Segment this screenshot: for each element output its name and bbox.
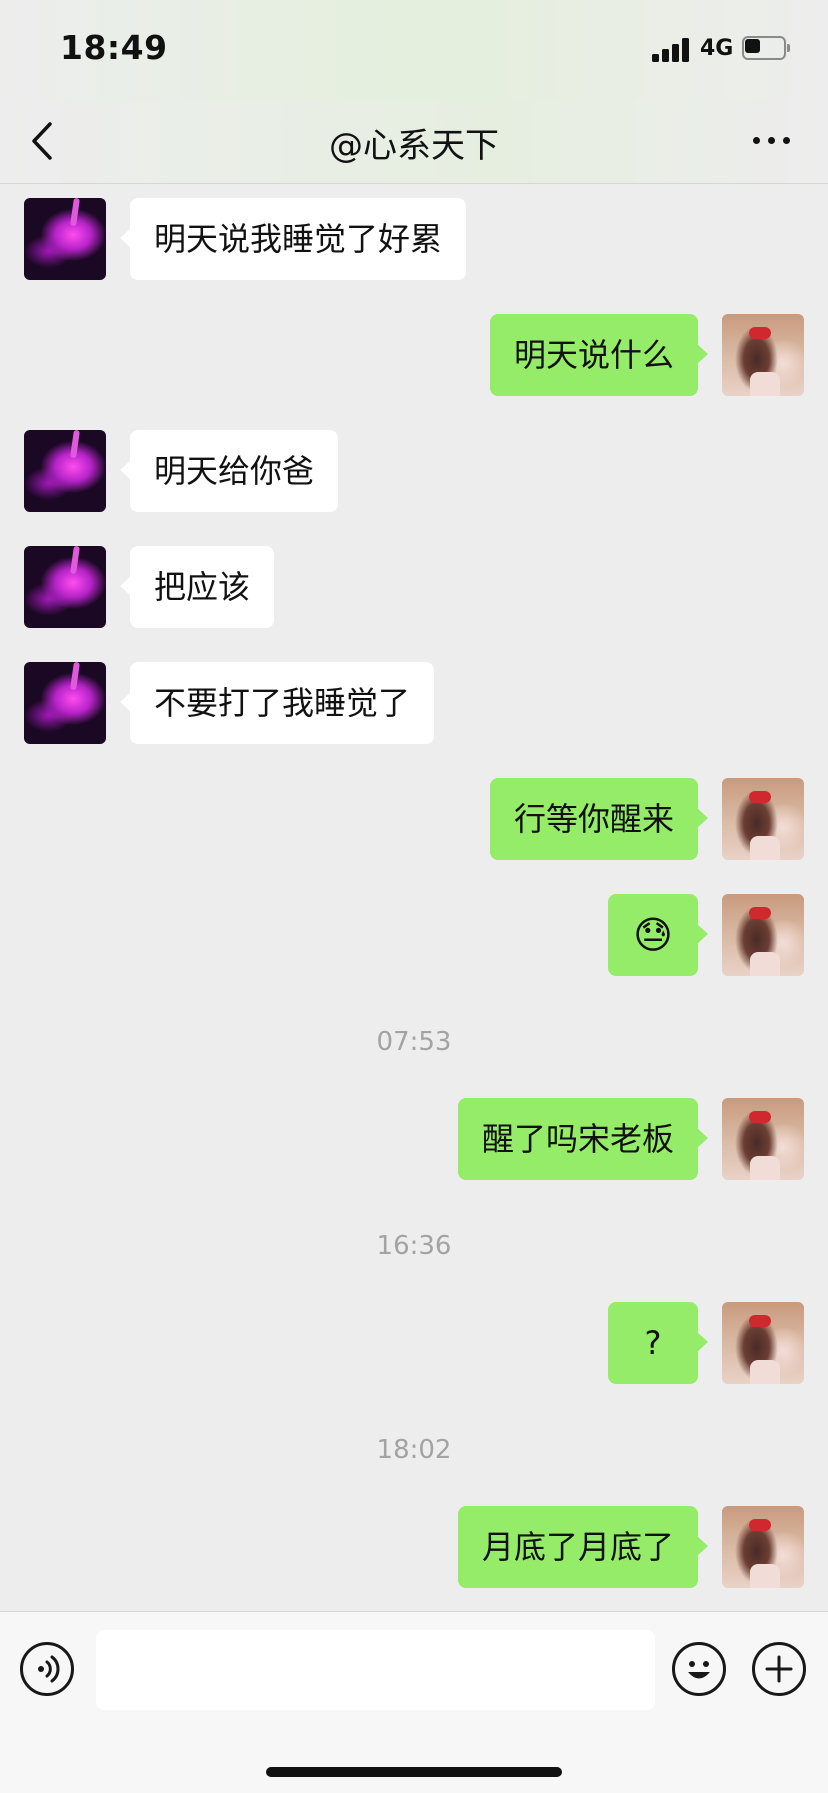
cellular-signal-icon [652,38,690,62]
message-bubble[interactable]: 把应该 [119,546,275,628]
message-bubble[interactable]: 行等你醒来 [489,778,709,860]
message-timestamp: 16:36 [376,1231,452,1261]
self-avatar[interactable] [722,1302,804,1384]
friend-avatar[interactable] [24,546,106,628]
nav-bar: @心系天下 [0,100,828,184]
status-time: 18:49 [60,28,168,67]
message-bubble[interactable]: ? [608,1302,708,1384]
self-avatar[interactable] [722,1098,804,1180]
home-indicator [266,1767,562,1777]
message-bubble[interactable]: 明天说我睡觉了好累 [119,198,467,280]
friend-avatar[interactable] [24,198,106,280]
self-avatar[interactable] [722,894,804,976]
message-bubble[interactable]: 醒了吗宋老板 [457,1098,709,1180]
battery-level [745,39,760,53]
chat-title: @心系天下 [329,126,499,166]
input-bar [0,1611,828,1793]
message-input[interactable] [96,1630,655,1710]
message-bubble[interactable]: 不要打了我睡觉了 [119,662,435,744]
battery-icon [742,36,790,60]
more-horizontal-icon[interactable] [748,130,796,150]
self-avatar[interactable] [722,778,804,860]
emoji-icon[interactable] [672,1642,726,1696]
message-bubble[interactable]: 明天给你爸 [119,430,339,512]
message-bubble[interactable]: 月底了月底了 [457,1506,709,1588]
friend-avatar[interactable] [24,430,106,512]
status-bar: 18:49 4G [0,0,828,100]
voice-input-icon[interactable] [20,1642,74,1696]
friend-avatar[interactable] [24,662,106,744]
add-circle-icon[interactable] [752,1642,806,1696]
message-bubble[interactable]: 明天说什么 [489,314,709,396]
self-avatar[interactable] [722,1506,804,1588]
network-type: 4G [700,36,734,61]
emoji-message-bubble[interactable]: 😓 [608,894,708,976]
self-avatar[interactable] [722,314,804,396]
message-timestamp: 18:02 [376,1435,452,1465]
message-timestamp: 07:53 [376,1027,452,1057]
